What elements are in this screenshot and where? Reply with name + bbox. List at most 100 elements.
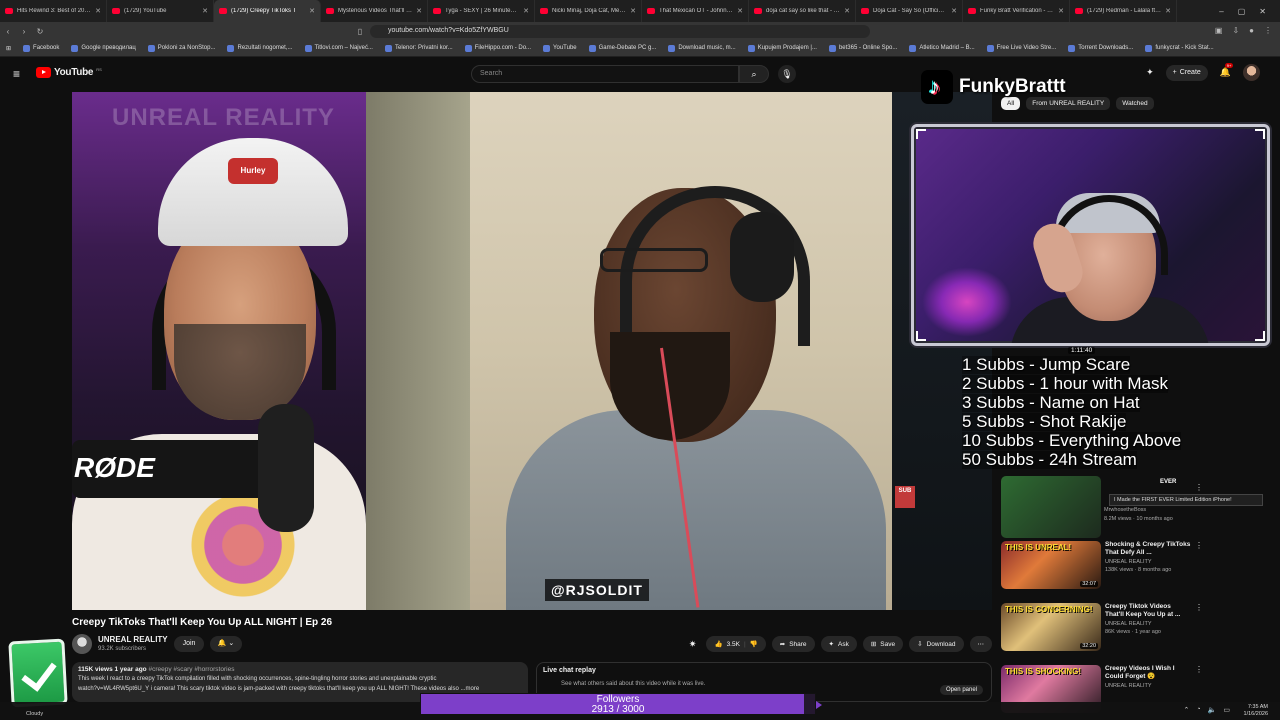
browser-tab[interactable]: Funky Bratt Verification - Kittl ✕ <box>963 0 1070 22</box>
close-tab-icon[interactable]: ✕ <box>1165 7 1171 15</box>
reload-icon[interactable]: ↻ <box>32 27 48 36</box>
search-input[interactable]: Search <box>471 65 739 83</box>
sparkle-icon: ✦ <box>828 641 834 648</box>
bookmark-item[interactable]: Kupujem Prodajem |... <box>747 44 817 52</box>
url-field[interactable]: youtube.com/watch?v=Kdo5ZfYWBGU <box>370 25 870 38</box>
recommendation-thumbnail[interactable] <box>1001 476 1101 538</box>
bookmark-item[interactable]: Atletico Madrid – B... <box>909 44 975 52</box>
notifications-button[interactable]: 🔔 9+ <box>1220 63 1234 78</box>
profile-icon[interactable]: ● <box>1249 26 1254 35</box>
system-clock[interactable]: 7:35 AM 1/16/2026 <box>1244 704 1268 718</box>
sparkle-icon[interactable]: ✷ <box>689 639 697 650</box>
wifi-icon[interactable]: ◔ <box>1196 706 1200 714</box>
browser-tab[interactable]: doja cat say so like that - You ✕ <box>749 0 856 22</box>
video-player[interactable]: UNREAL REALITY Hurley RØDE <box>72 92 992 610</box>
recommendation-item[interactable]: THIS IS CONCERNING! 32:20 Creepy Tiktok Vi… <box>1001 603 1211 651</box>
close-tab-icon[interactable]: ✕ <box>523 7 529 15</box>
download-button[interactable]: ⇩ Download <box>909 636 964 652</box>
bookmark-item[interactable]: Torrent Downloads... <box>1068 44 1133 52</box>
join-button[interactable]: Join <box>174 636 204 652</box>
bookmark-item[interactable]: Pokloni za NonStop... <box>147 44 215 52</box>
kebab-icon[interactable]: ⋮ <box>1195 665 1203 674</box>
browser-tab[interactable]: Mysterious Videos That'll Mak ✕ <box>321 0 428 22</box>
create-button[interactable]: + Create <box>1165 64 1208 81</box>
bookmark-item[interactable]: Rezultati nogomet,... <box>227 44 293 52</box>
battery-icon[interactable]: ▭ <box>1223 706 1230 714</box>
browser-menu-icon[interactable]: ⋮ <box>1264 26 1272 35</box>
close-tab-icon[interactable]: ✕ <box>737 7 743 15</box>
ask-button[interactable]: ✦ Ask <box>820 636 857 652</box>
bookmark-item[interactable]: Game-Debate PC g... <box>588 44 656 52</box>
volume-icon[interactable]: 🔈 <box>1208 706 1217 714</box>
bookmark-item[interactable]: Facebook <box>23 44 59 52</box>
hashtags[interactable]: #creepy #scary #horrorstories <box>148 666 234 673</box>
save-button[interactable]: ⊞ Save <box>862 636 904 652</box>
bookmark-label: Google преводилац <box>81 45 136 51</box>
voice-search-button[interactable]: 🎙 <box>778 65 796 83</box>
bookmark-icon[interactable]: ▯ <box>352 27 368 36</box>
browser-tab[interactable]: (1729) Creepy TikToks T ✕ <box>214 0 321 22</box>
chevron-up-icon[interactable]: ⌃ <box>1184 706 1190 714</box>
recommendation-item[interactable]: THIS IS UNREAL! 32:07 Shocking & Creepy Ti… <box>1001 541 1211 589</box>
kebab-icon[interactable]: ⋮ <box>1195 603 1203 612</box>
frame-corner <box>916 331 926 341</box>
apps-icon[interactable]: ⊞ <box>6 45 11 52</box>
kebab-icon[interactable]: ⋮ <box>1195 541 1203 550</box>
close-tab-icon[interactable]: ✕ <box>1058 7 1064 15</box>
bookmark-item[interactable]: Google преводилац <box>71 44 136 52</box>
thumbs-down-icon[interactable]: 👎 <box>750 640 758 648</box>
share-button[interactable]: ➦ Share <box>771 636 815 652</box>
extensions-icon[interactable]: ▣ <box>1215 26 1223 35</box>
browser-tab[interactable]: (1729) Redman - Lalala ft. Met ✕ <box>1070 0 1177 22</box>
close-icon[interactable]: ✕ <box>1259 7 1266 16</box>
browser-tab[interactable]: Hits Rewind 3: Best of 2010's I ✕ <box>0 0 107 22</box>
subscription-bell-button[interactable]: 🔔 ⌄ <box>210 636 242 652</box>
bookmark-item[interactable]: YouTube <box>543 44 577 52</box>
close-tab-icon[interactable]: ✕ <box>202 7 208 15</box>
close-tab-icon[interactable]: ✕ <box>951 7 957 15</box>
bookmark-item[interactable]: Telenor: Privatni kor... <box>384 44 453 52</box>
bookmark-favicon <box>1145 44 1153 52</box>
close-tab-icon[interactable]: ✕ <box>630 7 636 15</box>
subscribe-watermark[interactable]: SUB <box>895 486 915 508</box>
cast-icon[interactable]: ✦ <box>1146 67 1154 78</box>
recommendation-title-fragment: EVER <box>1160 479 1177 485</box>
bookmark-favicon <box>986 44 994 52</box>
bookmark-item[interactable]: FileHippo.com - Do... <box>464 44 531 52</box>
bookmark-item[interactable]: Download music, m... <box>668 44 736 52</box>
bookmark-item[interactable]: Titlovi.com – Najveć... <box>304 44 373 52</box>
maximize-icon[interactable]: ▢ <box>1238 7 1246 16</box>
account-avatar[interactable] <box>1243 64 1260 81</box>
weather-widget[interactable]: Cloudy <box>26 711 43 717</box>
menu-icon[interactable]: ≡ <box>13 67 20 81</box>
recommendation-thumbnail[interactable]: THIS IS UNREAL! 32:07 <box>1001 541 1101 589</box>
browser-tab[interactable]: Doja Cat - Say So (Official Vide ✕ <box>856 0 963 22</box>
close-tab-icon[interactable]: ✕ <box>95 7 101 15</box>
open-panel-button[interactable]: Open panel <box>939 685 983 695</box>
channel-name[interactable]: UNREAL REALITY <box>98 635 168 644</box>
recommendation-thumbnail[interactable]: THIS IS CONCERNING! 32:20 <box>1001 603 1101 651</box>
close-tab-icon[interactable]: ✕ <box>844 7 850 15</box>
like-button[interactable]: 👍 3.5K | 👎 <box>706 636 766 652</box>
bookmark-item[interactable]: Free Live Video Stre... <box>986 44 1056 52</box>
youtube-logo[interactable]: YouTube RS <box>36 67 102 78</box>
minimize-icon[interactable]: – <box>1219 7 1223 16</box>
frame-corner <box>916 129 926 139</box>
browser-tab[interactable]: (1729) YouTube ✕ <box>107 0 214 22</box>
divider: | <box>743 640 746 648</box>
channel-avatar[interactable] <box>72 634 92 654</box>
search-button[interactable]: ⌕ <box>739 65 769 83</box>
forward-icon[interactable]: › <box>16 27 32 36</box>
browser-tab[interactable]: Tyga - SEXY | 26 Minutes Best ✕ <box>428 0 535 22</box>
bookmark-item[interactable]: funkycrat - Kick Stat... <box>1145 44 1214 52</box>
browser-tab[interactable]: Nicki Minaj, Doja Cat, Megan ✕ <box>535 0 642 22</box>
browser-tab[interactable]: That Mexican OT - Johnny Dan ✕ <box>642 0 749 22</box>
close-tab-icon[interactable]: ✕ <box>416 7 422 15</box>
filter-chip[interactable]: Watched <box>1116 97 1154 110</box>
bookmark-item[interactable]: bet365 - Online Spo... <box>828 44 897 52</box>
close-tab-icon[interactable]: ✕ <box>309 7 315 15</box>
back-icon[interactable]: ‹ <box>0 27 16 36</box>
kebab-icon[interactable]: ⋮ <box>1195 483 1203 492</box>
downloads-icon[interactable]: ⇩ <box>1232 26 1239 35</box>
more-actions-button[interactable]: ⋯ <box>969 636 992 652</box>
